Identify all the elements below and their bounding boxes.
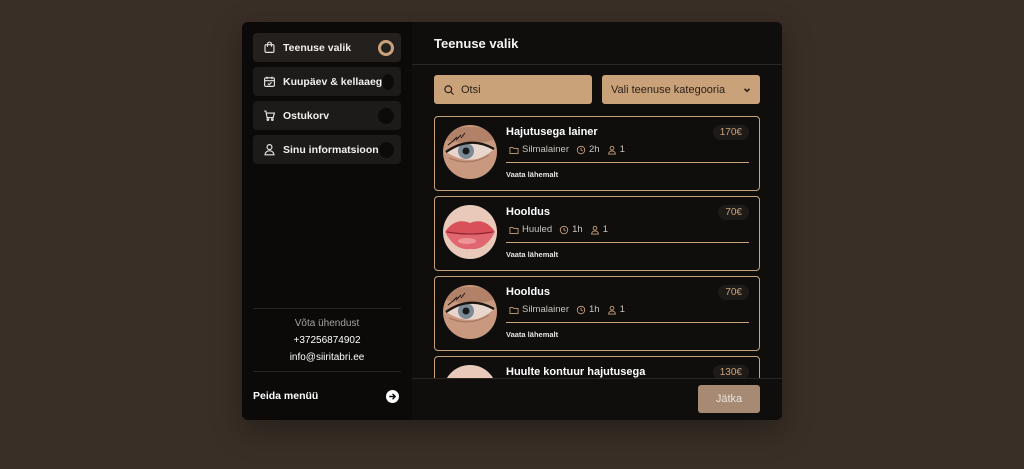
step-indicator	[382, 73, 394, 90]
service-image-eye	[443, 125, 497, 179]
person-icon	[607, 305, 616, 314]
booking-modal: Teenuse valik Kuupäev & kellaaeg Ostukor…	[242, 22, 782, 420]
filters-bar: Vali teenuse kategooria	[434, 75, 760, 104]
arrow-right-circle-icon[interactable]	[386, 389, 399, 403]
view-details-link[interactable]: Vaata lähemalt	[506, 250, 558, 259]
persons-text: 1	[619, 144, 625, 155]
category-select-label: Vali teenuse kategooria	[611, 83, 726, 96]
cart-icon	[263, 109, 276, 122]
step-indicator	[378, 141, 394, 158]
page-title: Teenuse valik	[434, 35, 519, 51]
folder-icon	[509, 306, 519, 314]
folder-icon	[509, 226, 519, 234]
person-icon	[590, 225, 599, 234]
duration-text: 2h	[589, 144, 600, 155]
service-meta: Silmalainer 2h 1	[509, 144, 632, 155]
duration-meta: 1h	[559, 224, 583, 235]
sidebar: Teenuse valik Kuupäev & kellaaeg Ostukor…	[242, 22, 412, 420]
view-details-link[interactable]: Vaata lähemalt	[506, 170, 558, 179]
continue-button[interactable]: Jätka	[698, 385, 760, 413]
step-label: Kuupäev & kellaaeg	[283, 75, 383, 88]
service-title: Huulte kontuur hajutusega	[506, 366, 646, 378]
step-label: Ostukorv	[283, 109, 330, 122]
main-panel: Teenuse valik Vali teenuse kategooria	[412, 22, 782, 420]
step-label: Teenuse valik	[283, 41, 352, 54]
search-input[interactable]	[461, 83, 581, 96]
service-card[interactable]: Hooldus 70€ Huuled 1h 1 Vaata lähemalt	[434, 196, 760, 271]
service-card[interactable]: Huulte kontuur hajutusega 130€	[434, 356, 760, 379]
service-title: Hooldus	[506, 286, 550, 298]
step-indicator	[378, 107, 394, 124]
category-meta: Huuled	[509, 224, 552, 235]
chevron-down-icon	[743, 87, 751, 92]
contact-phone[interactable]: +37256874902	[253, 335, 401, 346]
card-divider	[506, 162, 749, 163]
step-service-selection[interactable]: Teenuse valik	[253, 33, 401, 62]
contact-block: Võta ühendust +37256874902 info@siiritab…	[253, 308, 401, 372]
persons-meta: 1	[590, 224, 608, 235]
step-indicator-active	[378, 39, 394, 56]
hide-menu-label: Peida menüü	[253, 390, 319, 402]
contact-email[interactable]: info@siiritabri.ee	[253, 352, 401, 363]
service-price: 130€	[712, 365, 749, 379]
service-card[interactable]: Hajutusega lainer 170€ Silmalainer 2h 1	[434, 116, 760, 191]
folder-icon	[509, 146, 519, 154]
person-icon	[607, 145, 616, 154]
service-list: Hajutusega lainer 170€ Silmalainer 2h 1	[434, 116, 760, 379]
service-price: 70€	[718, 285, 749, 300]
service-title: Hajutusega lainer	[506, 126, 598, 138]
service-image-eye	[443, 285, 497, 339]
service-price: 70€	[718, 205, 749, 220]
persons-meta: 1	[607, 304, 625, 315]
service-meta: Silmalainer 1h 1	[509, 304, 632, 315]
view-details-link[interactable]: Vaata lähemalt	[506, 330, 558, 339]
service-card[interactable]: Hooldus 70€ Silmalainer 1h 1 Vaata lähem…	[434, 276, 760, 351]
user-icon	[263, 143, 276, 156]
card-divider	[506, 242, 749, 243]
category-select[interactable]: Vali teenuse kategooria	[602, 75, 760, 104]
step-cart[interactable]: Ostukorv	[253, 101, 401, 130]
duration-meta: 1h	[576, 304, 600, 315]
hide-menu-toggle[interactable]: Peida menüü	[253, 386, 401, 406]
search-field[interactable]	[434, 75, 592, 104]
category-text: Huuled	[522, 224, 553, 235]
step-label: Sinu informatsioon	[283, 143, 379, 156]
contact-title: Võta ühendust	[294, 318, 360, 329]
calendar-icon	[263, 75, 276, 88]
duration-meta: 2h	[576, 144, 600, 155]
category-meta: Silmalainer	[509, 304, 569, 315]
step-your-information[interactable]: Sinu informatsioon	[253, 135, 401, 164]
category-meta: Silmalainer	[509, 144, 569, 155]
duration-text: 1h	[572, 224, 583, 235]
main-footer: Jätka	[412, 378, 782, 420]
clock-icon	[576, 305, 586, 314]
search-icon	[444, 84, 454, 95]
category-text: Silmalainer	[522, 144, 569, 155]
service-title: Hooldus	[506, 206, 550, 218]
clock-icon	[576, 145, 586, 154]
persons-text: 1	[619, 304, 625, 315]
persons-meta: 1	[607, 144, 625, 155]
card-divider	[506, 322, 749, 323]
bag-icon	[263, 41, 276, 54]
step-date-time[interactable]: Kuupäev & kellaaeg	[253, 67, 401, 96]
service-price: 170€	[712, 125, 749, 140]
category-text: Silmalainer	[522, 304, 569, 315]
duration-text: 1h	[589, 304, 600, 315]
persons-text: 1	[602, 224, 608, 235]
service-image-lips	[443, 205, 497, 259]
clock-icon	[559, 225, 569, 234]
service-meta: Huuled 1h 1	[509, 224, 615, 235]
main-header: Teenuse valik	[412, 22, 782, 65]
service-image-lips	[443, 365, 497, 379]
